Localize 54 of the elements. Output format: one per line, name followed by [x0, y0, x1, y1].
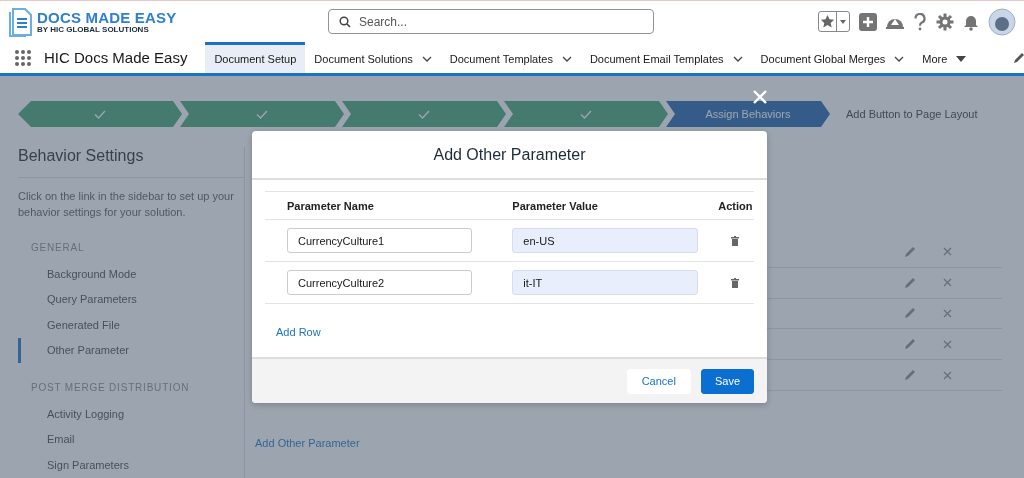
check-icon	[418, 109, 430, 119]
document-icon	[8, 6, 34, 37]
nav-tab[interactable]: Document Solutions	[305, 42, 441, 73]
avatar[interactable]	[988, 7, 1016, 36]
plus-icon[interactable]	[859, 12, 877, 31]
name-column-header: Parameter Name	[265, 191, 491, 220]
logo-title: DOCS MADE EASY	[37, 9, 177, 25]
value-column-header: Parameter Value	[490, 191, 717, 220]
nav-tab[interactable]: Document Setup	[205, 42, 306, 73]
sidebar-link[interactable]: Query Parameters	[18, 286, 244, 312]
chevron-down-icon[interactable]	[894, 56, 905, 62]
nav-tab[interactable]: More	[913, 42, 976, 73]
name-input-field[interactable]: CurrencyCulture1	[287, 228, 472, 253]
step-label[interactable]: Add Button to Page Layout	[828, 101, 998, 127]
app-name: HIC Docs Made Easy	[44, 48, 189, 68]
caret-down-icon[interactable]	[956, 56, 967, 62]
cancel-button[interactable]: Cancel	[626, 368, 691, 394]
modal-title: Add Other Parameter	[433, 145, 586, 164]
search-field[interactable]: Search...	[328, 9, 654, 34]
action-column-header: Action	[716, 191, 754, 220]
chevron-down-icon[interactable]	[561, 56, 572, 62]
sidebar-link[interactable]: Generated File	[18, 312, 244, 338]
nav-tab[interactable]: Document Email Templates	[580, 42, 752, 73]
sidebar-link[interactable]: Email	[18, 426, 244, 452]
description-text: Click on the link in the sidebar to set up your behavior settings for your solution.	[18, 189, 235, 220]
check-icon	[94, 109, 106, 119]
settings-icon[interactable]	[936, 12, 954, 31]
app-launcher-icon[interactable]	[14, 48, 32, 67]
sidebar-link[interactable]: Background Mode	[18, 261, 244, 287]
check-icon	[580, 109, 592, 119]
sidebar-link[interactable]: Activity Logging	[18, 401, 244, 427]
value-input-field[interactable]: it-IT	[512, 270, 699, 295]
name-input-field[interactable]: CurrencyCulture2	[287, 270, 472, 295]
star-icon[interactable]	[819, 13, 836, 30]
search-input[interactable]: Search...	[357, 13, 643, 30]
sidebar-link[interactable]: Other Parameter	[18, 337, 244, 363]
pencil-icon[interactable]	[1014, 51, 1024, 64]
trash-icon[interactable]	[731, 278, 740, 289]
nav-tab[interactable]: Document Templates	[440, 42, 581, 73]
nav-tab[interactable]: Document Global Merges	[751, 42, 914, 73]
search-icon	[339, 15, 351, 28]
check-icon	[256, 109, 268, 119]
logo-subtitle: BY HIC GLOBAL SOLUTIONS	[37, 24, 150, 34]
add-row-link[interactable]: Add Row	[276, 326, 321, 338]
close-icon[interactable]	[752, 89, 768, 105]
sidebar-link[interactable]: Sign Parameters	[18, 452, 244, 478]
value-input-field[interactable]: en-US	[512, 228, 699, 253]
help-icon[interactable]	[913, 12, 927, 31]
save-button[interactable]: Save	[700, 368, 754, 394]
section-title: Behavior Settings	[18, 147, 244, 178]
current-step[interactable]: Assign Behaviors	[666, 101, 830, 127]
chevron-down-icon[interactable]	[732, 56, 743, 62]
chevron-down-icon[interactable]	[421, 56, 432, 62]
trash-icon[interactable]	[731, 236, 740, 247]
